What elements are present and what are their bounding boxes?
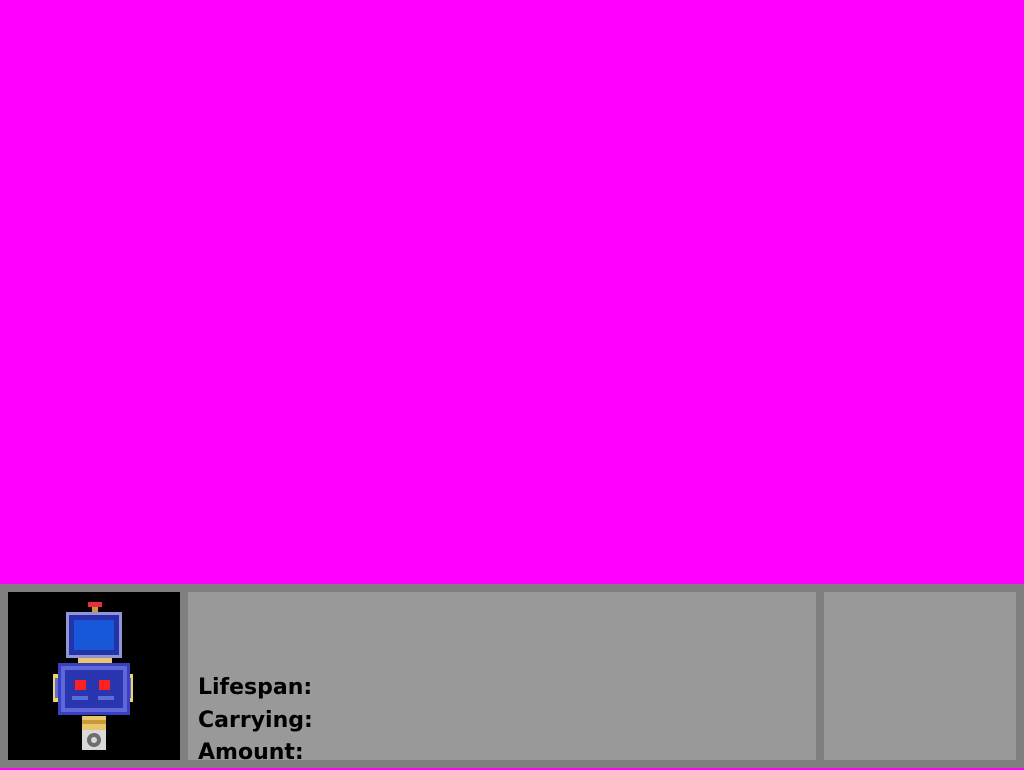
amount-label: Amount: [198, 740, 304, 765]
game-viewport[interactable] [0, 0, 1024, 584]
unit-portrait [8, 592, 180, 760]
carrying-label: Carrying: [198, 707, 313, 733]
lifespan-row: Lifespan: [198, 672, 321, 705]
unit-info-panel: Lifespan: Carrying: Amount: [188, 592, 816, 765]
command-panel [824, 592, 1016, 760]
hud-bar: Lifespan: Carrying: Amount: [0, 584, 1024, 768]
amount-row: Amount: [198, 737, 321, 770]
unit-stats: Lifespan: Carrying: Amount: [198, 672, 321, 770]
lifespan-label: Lifespan: [198, 675, 313, 700]
robot-icon [53, 602, 133, 750]
carrying-row: Carrying: [198, 705, 321, 738]
